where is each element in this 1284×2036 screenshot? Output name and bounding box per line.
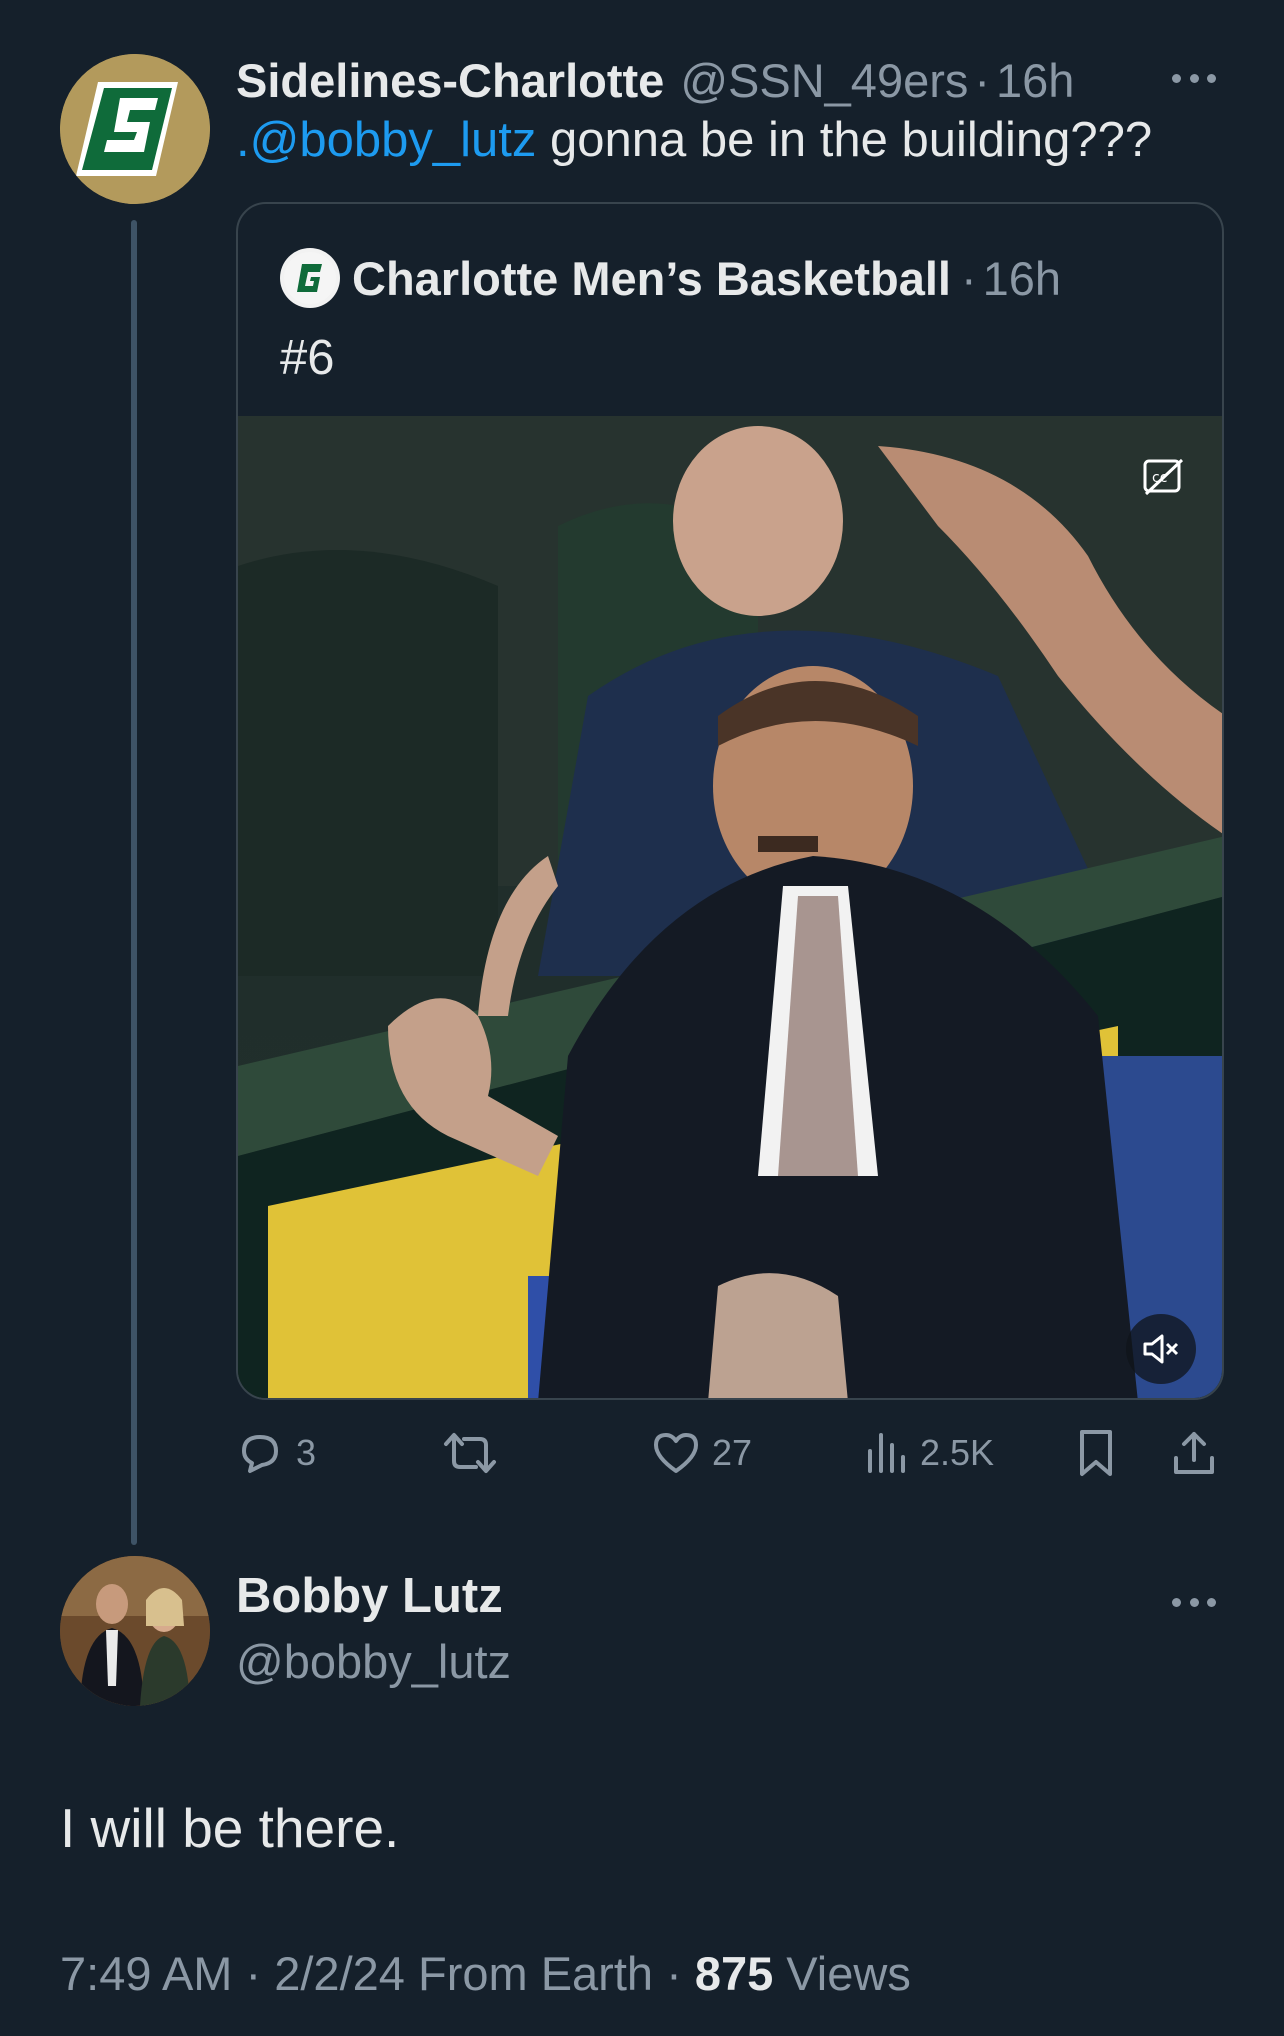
author-name[interactable]: Sidelines-Charlotte (236, 53, 664, 108)
tweet-text: .@bobby_lutz gonna be in the building??? (236, 112, 1152, 168)
tweet-body: gonna be in the building??? (536, 113, 1153, 167)
retweet-icon (444, 1433, 496, 1473)
share-icon (1174, 1432, 1214, 1474)
charlotte-logo-icon (284, 252, 336, 304)
quoted-author-name[interactable]: Charlotte Men’s Basketball (352, 251, 951, 306)
sidelines-charlotte-avatar[interactable] (60, 54, 210, 204)
bobby-lutz-avatar[interactable] (60, 1556, 210, 1706)
views-count: 2.5K (920, 1432, 995, 1473)
reply-text: I will be there. (60, 1797, 400, 1859)
more-icon[interactable] (1164, 1582, 1224, 1622)
captions-icon[interactable]: cc (1142, 458, 1186, 496)
reply-date[interactable]: 2/2/24 (274, 1947, 405, 2000)
like-button[interactable]: 27 (652, 1418, 752, 1488)
separator-dot: · (974, 53, 991, 107)
thread-connector-line (131, 220, 137, 1545)
quoted-text: #6 (280, 331, 335, 385)
views-button[interactable]: 2.5K (864, 1418, 994, 1488)
author-handle[interactable]: @SSN_49ers (680, 53, 968, 108)
video-frame (238, 416, 1222, 1398)
like-icon (654, 1433, 698, 1473)
reply-time[interactable]: 7:49 AM (60, 1947, 232, 2000)
tweet-header: Sidelines-Charlotte @SSN_49ers · 16h (236, 48, 1224, 112)
tweet-action-bar: 3 27 2.5K (236, 1418, 1224, 1488)
reply-source: From Earth (417, 1947, 654, 2000)
share-button[interactable] (1170, 1418, 1230, 1488)
quoted-tweet[interactable]: Charlotte Men’s Basketball · 16h #6 cc (236, 202, 1224, 1400)
avatar-photo (60, 1556, 210, 1706)
retweet-button[interactable] (442, 1418, 510, 1488)
reply-views-count[interactable]: 875 (695, 1947, 773, 2000)
separator-dot: · (960, 251, 977, 305)
more-icon[interactable] (1164, 58, 1224, 98)
like-count: 27 (712, 1432, 753, 1473)
reply-author-name[interactable]: Bobby Lutz (236, 1568, 503, 1624)
tweet-thread-page: Sidelines-Charlotte @SSN_49ers · 16h .@b… (0, 0, 1284, 2036)
separator-dot: · (245, 1947, 275, 2000)
reply-views-label: Views (786, 1947, 911, 2000)
reply-count: 3 (296, 1432, 317, 1473)
quoted-header: Charlotte Men’s Basketball · 16h (280, 248, 1061, 308)
quoted-time[interactable]: 16h (983, 251, 1061, 306)
mute-icon[interactable] (1126, 1314, 1196, 1384)
bookmark-button[interactable] (1076, 1418, 1128, 1488)
reply-metadata: 7:49 AM · 2/2/24 From Earth · 875 Views (60, 1946, 911, 2001)
sidelines-logo (60, 54, 210, 204)
views-icon (868, 1433, 905, 1473)
mention-link[interactable]: .@bobby_lutz (236, 113, 536, 167)
reply-author-handle[interactable]: @bobby_lutz (236, 1634, 511, 1689)
video-player[interactable]: cc (238, 416, 1222, 1398)
charlotte-basketball-avatar (280, 248, 340, 308)
tweet-time[interactable]: 16h (996, 53, 1074, 108)
separator-dot: · (666, 1947, 695, 2000)
reply-button[interactable]: 3 (236, 1418, 316, 1488)
bookmark-icon (1080, 1430, 1112, 1476)
reply-icon (242, 1435, 278, 1473)
